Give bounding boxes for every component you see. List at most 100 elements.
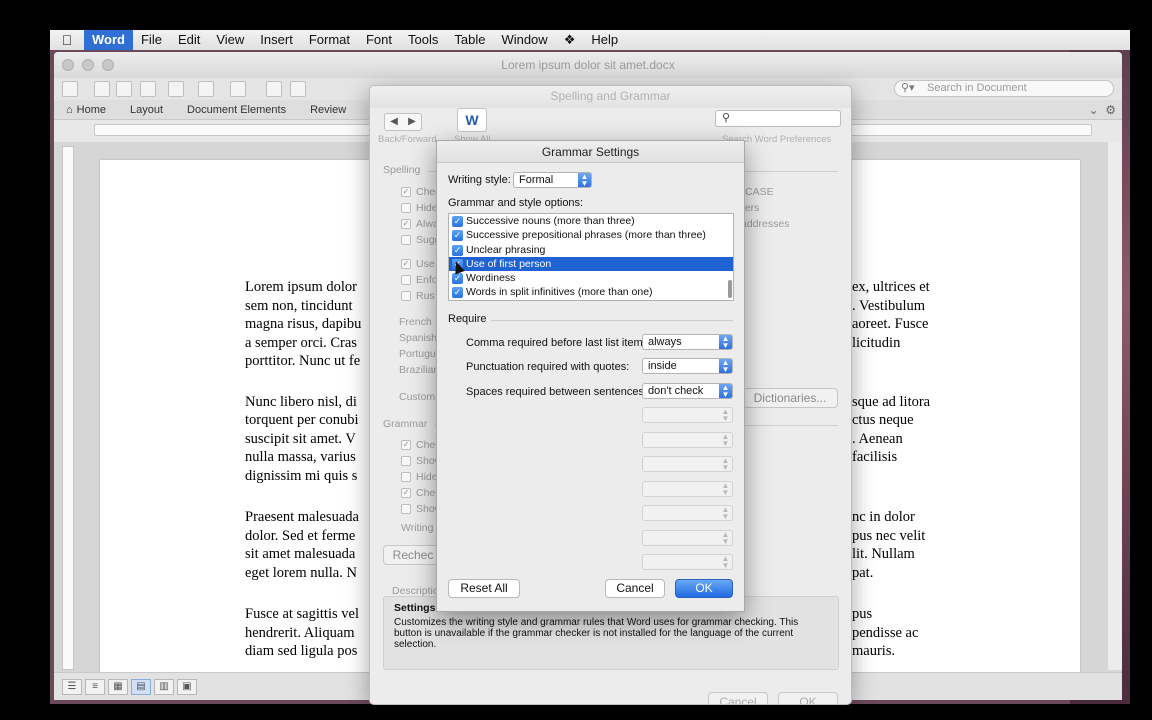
menu-tools[interactable]: Tools <box>400 30 446 50</box>
grammar-checkbox-1[interactable]: ✓ <box>401 440 411 450</box>
option-label: Successive nouns (more than three) <box>466 215 635 227</box>
menu-window[interactable]: Window <box>493 30 555 50</box>
checkbox-checked-icon[interactable]: ✓ <box>452 244 463 256</box>
spelling-checkbox-6[interactable] <box>401 275 411 285</box>
document-line-left: torquent per conubi <box>245 412 359 428</box>
menu-table[interactable]: Table <box>446 30 493 50</box>
home-icon[interactable]: ⌂ <box>54 104 73 116</box>
spaces-requirement-select[interactable]: don't check ▲ ▼ <box>642 383 733 399</box>
print-icon[interactable] <box>168 81 184 97</box>
menu-help[interactable]: Help <box>583 30 626 50</box>
disabled-select-6: ▲ ▼ <box>642 530 733 546</box>
undo-icon[interactable] <box>198 81 214 97</box>
spelling-checkbox-7[interactable] <box>401 291 411 301</box>
back-arrow-icon[interactable]: ◀ <box>385 114 403 130</box>
spelling-checkbox-3[interactable]: ✓ <box>401 219 411 229</box>
writing-style-label: Writing style: <box>448 174 511 186</box>
search-icon: ⚲ <box>722 112 731 124</box>
language-brazilian: Brazilian <box>399 364 440 376</box>
menu-word[interactable]: Word <box>84 30 133 50</box>
tab-review[interactable]: Review <box>298 104 358 116</box>
grammar-options-label: Grammar and style options: <box>448 197 584 209</box>
script-menu-icon[interactable]: ❖ <box>556 30 584 50</box>
language-portuguese: Portugu <box>399 348 436 360</box>
document-line-right: . Vestibulum <box>852 298 926 314</box>
open-icon[interactable] <box>116 81 132 97</box>
new-document-icon[interactable] <box>62 81 78 97</box>
document-line-left: sem non, tincidunt <box>245 298 353 314</box>
templates-icon[interactable] <box>94 81 110 97</box>
menu-format[interactable]: Format <box>301 30 358 50</box>
tab-home[interactable]: Home <box>73 104 118 116</box>
grammar-checkbox-3[interactable] <box>401 472 411 482</box>
prefs-cancel-button[interactable]: Cancel <box>708 692 768 704</box>
document-line-left: sit amet malesuada <box>245 546 356 562</box>
prefs-ok-button[interactable]: OK <box>778 692 838 704</box>
list-item[interactable]: ✓ Successive prepositional phrases (more … <box>449 228 733 242</box>
disabled-select-1: ▲ ▼ <box>642 407 733 423</box>
grammar-options-list[interactable]: ✓ Successive nouns (more than three) ✓ Suc… <box>448 213 734 301</box>
ok-button[interactable]: OK <box>675 579 733 598</box>
require-label: Require <box>448 313 487 325</box>
spelling-checkbox-4[interactable] <box>401 235 411 245</box>
vertical-scrollbar[interactable] <box>1108 142 1122 670</box>
document-line-left: dignissim mi quis s <box>245 468 358 484</box>
menu-edit[interactable]: Edit <box>170 30 208 50</box>
cancel-button[interactable]: Cancel <box>605 579 665 598</box>
list-item-selected[interactable]: ✓ Use of first person <box>449 256 733 272</box>
notebook-view-icon[interactable]: ▥ <box>154 679 174 695</box>
grammar-checkbox-5[interactable] <box>401 504 411 514</box>
spelling-checkbox-5[interactable]: ✓ <box>401 259 411 269</box>
menu-file[interactable]: File <box>133 30 170 50</box>
recheck-document-button[interactable]: Rechec <box>383 545 443 565</box>
list-scrollbar[interactable] <box>728 280 732 298</box>
list-item[interactable]: ✓ Words in split infinitives (more than o… <box>449 285 733 299</box>
forward-arrow-icon[interactable]: ▶ <box>403 114 421 130</box>
checkbox-checked-icon[interactable]: ✓ <box>452 287 463 299</box>
focus-view-icon[interactable]: ▣ <box>177 679 197 695</box>
grammar-checkbox-4[interactable]: ✓ <box>401 488 411 498</box>
image-icon[interactable] <box>290 81 306 97</box>
document-line-right: nc in dolor <box>852 509 915 525</box>
ribbon-settings-icon[interactable]: ⌄ ⚙ <box>1089 103 1116 117</box>
list-item[interactable]: ✓ Successive nouns (more than three) <box>449 214 733 228</box>
menu-insert[interactable]: Insert <box>252 30 301 50</box>
spelling-option-2: Hide <box>416 202 438 214</box>
list-item[interactable]: ✓ Unclear phrasing <box>449 243 733 257</box>
menu-font[interactable]: Font <box>358 30 400 50</box>
grammar-section-label: Grammar <box>383 418 428 430</box>
punctuation-requirement-value: inside <box>648 360 677 372</box>
search-document-input[interactable]: ⚲▾ Search in Document <box>894 80 1114 97</box>
tab-document-elements[interactable]: Document Elements <box>175 104 298 116</box>
back-forward-control[interactable]: ◀ ▶ <box>384 113 422 131</box>
writing-style-select[interactable]: Formal ▲ ▼ <box>513 172 592 188</box>
outline-view-icon[interactable]: ≡ <box>85 679 105 695</box>
apple-icon[interactable]:  <box>50 32 84 48</box>
option-label: Wordiness <box>466 272 516 285</box>
show-all-word-icon[interactable]: W <box>457 108 487 132</box>
dictionaries-button[interactable]: Dictionaries... <box>742 388 838 408</box>
document-line-right: facilisis <box>852 449 898 465</box>
tab-layout[interactable]: Layout <box>118 104 175 116</box>
spelling-checkbox-2[interactable] <box>401 203 411 213</box>
reset-all-button[interactable]: Reset All <box>448 579 520 598</box>
preferences-search-input[interactable]: ⚲ <box>715 110 841 127</box>
checkbox-checked-icon[interactable]: ✓ <box>452 273 463 285</box>
checkbox-checked-icon[interactable]: ✓ <box>452 230 463 242</box>
document-line-right: ex, ultrices et <box>852 279 930 295</box>
grammar-checkbox-2[interactable] <box>401 456 411 466</box>
redo-icon[interactable] <box>230 81 246 97</box>
spelling-checkbox-1[interactable]: ✓ <box>401 187 411 197</box>
vertical-ruler[interactable] <box>62 146 74 670</box>
draft-view-icon[interactable]: ☰ <box>62 679 82 695</box>
comma-requirement-select[interactable]: always ▲ ▼ <box>642 334 733 350</box>
publishing-view-icon[interactable]: ▦ <box>108 679 128 695</box>
spelling-option-6: Enfo <box>416 274 438 286</box>
print-layout-view-icon[interactable]: ▤ <box>131 679 151 695</box>
list-item[interactable]: ✓ Wordiness <box>449 271 733 285</box>
checkbox-checked-icon[interactable]: ✓ <box>452 216 463 227</box>
punctuation-requirement-select[interactable]: inside ▲ ▼ <box>642 358 733 374</box>
menu-view[interactable]: View <box>208 30 252 50</box>
save-icon[interactable] <box>140 81 156 97</box>
text-box-icon[interactable] <box>266 81 282 97</box>
